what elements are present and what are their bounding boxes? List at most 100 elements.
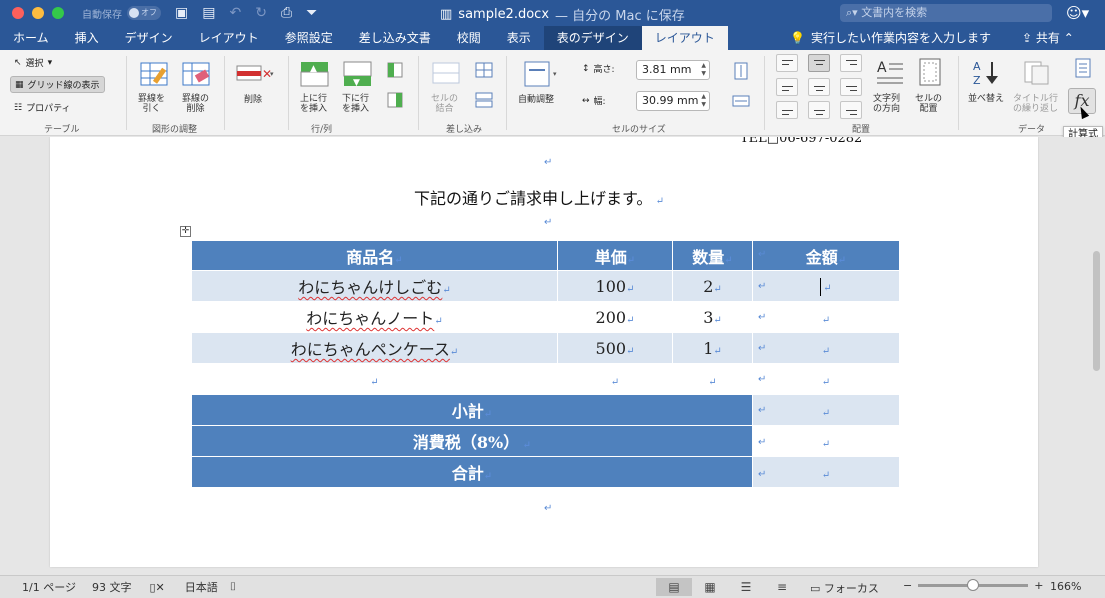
cell-price[interactable]: 100↵	[557, 270, 673, 302]
zoom-window-button[interactable]	[52, 7, 64, 19]
repeat-header-label[interactable]: タイトル行 の繰り返し	[1013, 94, 1058, 114]
cell-quantity[interactable]: 1↵	[672, 332, 753, 364]
tab-table-design[interactable]: 表のデザイン	[543, 26, 642, 50]
cell-margins-icon[interactable]	[918, 58, 944, 88]
save-icon[interactable]: ▤	[202, 5, 215, 21]
zoom-in-icon[interactable]: +	[1034, 579, 1043, 592]
draw-table-label[interactable]: 罫線を 引く	[138, 94, 165, 114]
cell-product[interactable]: わにちゃんノート↵	[191, 301, 558, 333]
eraser-icon[interactable]	[182, 60, 212, 88]
track-changes-icon[interactable]: ⌷	[230, 580, 237, 594]
total-value[interactable]: ↵	[752, 456, 900, 488]
draw-table-icon[interactable]	[140, 60, 170, 88]
align-middle-left-button[interactable]	[776, 78, 798, 96]
distribute-columns-icon[interactable]	[732, 92, 750, 110]
print-icon[interactable]: ⎙	[281, 5, 292, 21]
erase-label[interactable]: 罫線の 削除	[182, 94, 209, 114]
tab-table-layout[interactable]: レイアウト	[641, 26, 728, 50]
feedback-smiley-icon[interactable]: ☺▾	[1066, 4, 1089, 22]
cell-price[interactable]: 200↵	[557, 301, 673, 333]
subtotal-label[interactable]: 小計↵	[191, 394, 753, 426]
cell-amount[interactable]: ↵	[752, 332, 900, 364]
cell-quantity[interactable]: ↵	[672, 363, 753, 395]
view-gridlines-button[interactable]: ▦ グリッド線の表示	[10, 76, 105, 93]
row-height-input[interactable]: 3.81 mm ▲ ▼	[636, 60, 710, 80]
align-bottom-center-button[interactable]	[808, 101, 830, 119]
total-label[interactable]: 合計↵	[191, 456, 753, 488]
split-table-icon[interactable]	[475, 92, 493, 108]
tab-insert[interactable]: 挿入	[62, 26, 112, 50]
cell-quantity[interactable]: 3↵	[672, 301, 753, 333]
cell-amount-active[interactable]: ↵	[752, 270, 900, 302]
cell-product[interactable]: わにちゃんけしごむ↵	[191, 270, 558, 302]
cell-margins-label[interactable]: セルの 配置	[915, 94, 942, 114]
merge-cells-label[interactable]: セルの 結合	[431, 94, 458, 114]
cell-product[interactable]: わにちゃんペンケース↵	[191, 332, 558, 364]
collapse-ribbon-icon[interactable]: ⌃	[1060, 31, 1074, 45]
insert-left-icon[interactable]	[387, 62, 403, 78]
insert-above-label[interactable]: 上に行 を挿入	[300, 94, 327, 114]
repeat-header-icon[interactable]	[1024, 60, 1050, 86]
outline-view-icon[interactable]: ☰	[728, 578, 764, 596]
insert-above-icon[interactable]: ▲	[300, 60, 330, 88]
properties-button[interactable]: ☷ プロパティ	[14, 101, 71, 115]
convert-to-text-icon[interactable]	[1072, 58, 1092, 80]
document-page[interactable]: TEL□06-697-0282 ↵ 下記の通りご請求申し上げます。 ↵ ↵ ✛ …	[50, 137, 1038, 567]
tab-layout[interactable]: レイアウト	[186, 26, 272, 50]
autofit-label[interactable]: 自動調整	[518, 95, 554, 105]
minimize-window-button[interactable]	[32, 7, 44, 19]
tab-mailings[interactable]: 差し込み文書	[346, 26, 444, 50]
sidebar-icon[interactable]: ▣	[175, 5, 188, 21]
web-layout-view-icon[interactable]: ▦	[692, 578, 728, 596]
header-quantity[interactable]: 数量↵	[672, 240, 753, 271]
tax-label[interactable]: 消費税（8%） ↵	[191, 425, 753, 457]
print-layout-view-icon[interactable]: ▤	[656, 578, 692, 596]
distribute-rows-icon[interactable]	[732, 62, 750, 80]
autosave-toggle[interactable]: オフ	[127, 6, 161, 20]
proofing-icon[interactable]: ▯✕	[149, 581, 164, 594]
word-count[interactable]: 93 文字	[92, 579, 132, 595]
insert-below-label[interactable]: 下に行 を挿入	[342, 94, 369, 114]
cell-amount[interactable]: ↵	[752, 363, 900, 395]
subtotal-value[interactable]: ↵	[752, 394, 900, 426]
align-top-right-button[interactable]	[840, 54, 862, 72]
tell-me-input[interactable]: 💡 実行したい作業内容を入力します	[790, 26, 991, 50]
header-amount[interactable]: 金額↵	[752, 240, 900, 271]
tab-design[interactable]: デザイン	[112, 26, 186, 50]
select-button[interactable]: ↖ 選択 ▾	[14, 56, 52, 70]
zoom-percentage[interactable]: 166%	[1050, 580, 1081, 593]
cell-price[interactable]: ↵	[557, 363, 673, 395]
draft-view-icon[interactable]: ≡	[764, 578, 800, 596]
tab-home[interactable]: ホーム	[0, 26, 62, 50]
tab-review[interactable]: 校閲	[444, 26, 494, 50]
document-area[interactable]: TEL□06-697-0282 ↵ 下記の通りご請求申し上げます。 ↵ ↵ ✛ …	[0, 137, 1105, 575]
cell-quantity[interactable]: 2↵	[672, 270, 753, 302]
zoom-slider[interactable]	[918, 579, 1029, 591]
insert-below-icon[interactable]: ▼	[343, 60, 373, 88]
header-price[interactable]: 単価↵	[557, 240, 673, 271]
tax-value[interactable]: ↵	[752, 425, 900, 457]
spinner-arrows-icon[interactable]: ▲ ▼	[701, 62, 706, 78]
zoom-slider-knob[interactable]	[967, 579, 980, 591]
focus-mode-button[interactable]: ▭ フォーカス	[810, 580, 879, 596]
cell-amount[interactable]: ↵	[752, 301, 900, 333]
zoom-out-icon[interactable]: −	[903, 579, 912, 592]
search-input[interactable]: ⌕▾ 文書内を検索	[840, 4, 1052, 22]
align-bottom-left-button[interactable]	[776, 101, 798, 119]
align-bottom-right-button[interactable]	[840, 101, 862, 119]
delete-table-icon[interactable]: ✕▾	[236, 62, 276, 86]
column-width-input[interactable]: 30.99 mm ▲ ▼	[636, 91, 710, 111]
sort-label[interactable]: 並べ替え	[968, 94, 1004, 104]
merge-cells-icon[interactable]	[432, 62, 460, 84]
text-direction-label[interactable]: 文字列 の方向	[873, 94, 900, 114]
tab-references[interactable]: 参照設定	[272, 26, 346, 50]
vertical-scrollbar[interactable]	[1093, 251, 1100, 371]
text-direction-icon[interactable]: A	[876, 58, 904, 86]
spinner-arrows-icon[interactable]: ▲ ▼	[701, 93, 706, 109]
sort-icon[interactable]: AZ	[972, 58, 1002, 86]
tab-view[interactable]: 表示	[494, 26, 544, 50]
undo-icon[interactable]: ↶	[229, 5, 241, 21]
delete-label[interactable]: 削除	[244, 95, 262, 105]
redo-icon[interactable]: ↻	[255, 5, 267, 21]
cell-price[interactable]: 500↵	[557, 332, 673, 364]
